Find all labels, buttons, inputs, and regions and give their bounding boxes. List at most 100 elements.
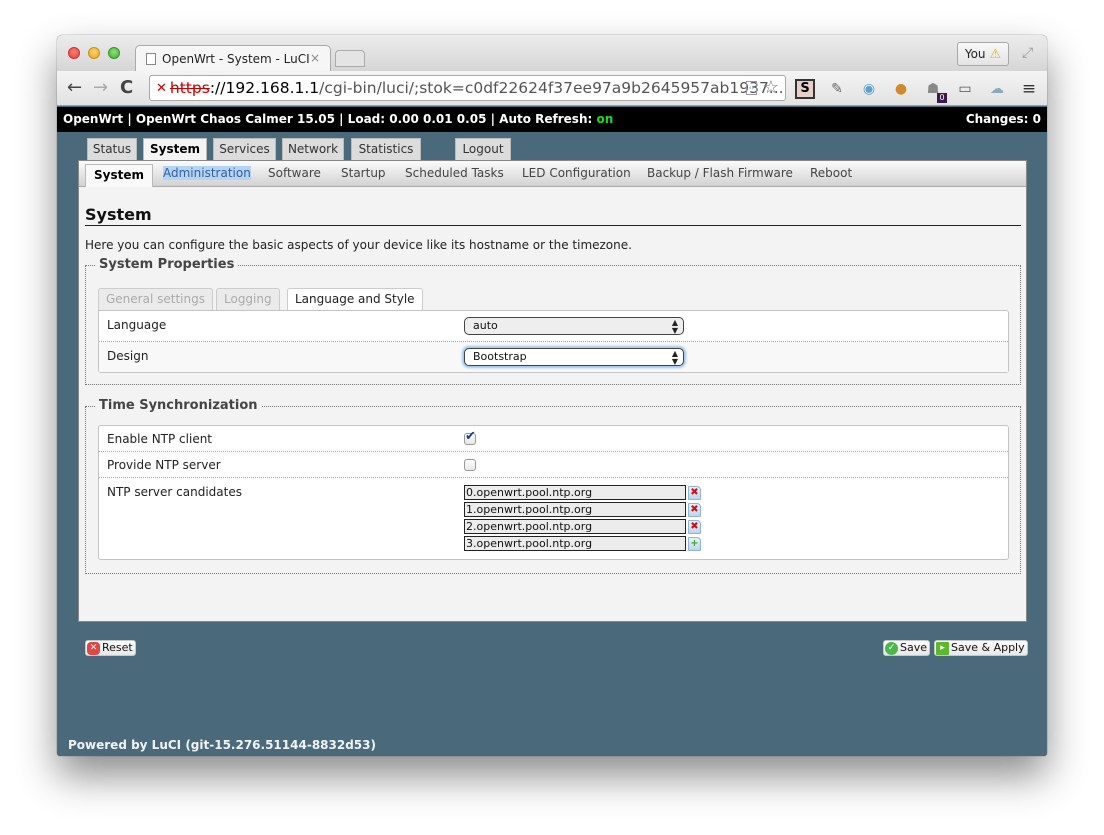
provide-ntp-checkbox[interactable] <box>464 459 476 471</box>
auto-refresh-toggle[interactable]: on <box>596 112 613 126</box>
save-label: Save <box>900 641 928 654</box>
ghost-badge: 0 <box>937 93 947 103</box>
save-apply-button[interactable]: ▸ Save & Apply <box>934 640 1028 656</box>
system-properties-fieldset: System Properties General settings Loggi… <box>85 257 1021 385</box>
cast-icon[interactable]: ▭ <box>955 79 975 99</box>
reset-icon: ✕ <box>87 641 100 655</box>
remove-server-icon[interactable]: ✖ <box>688 520 701 534</box>
warning-icon: ⚠ <box>989 46 1002 62</box>
url-host: ://192.168.1.1 <box>209 79 320 97</box>
language-select[interactable]: auto ▲ ▼ <box>464 317 684 335</box>
sub-tab-administration[interactable]: Administration <box>163 166 251 180</box>
main-tab-network[interactable]: Network <box>282 138 344 160</box>
enable-ntp-checkbox[interactable]: ✔ <box>464 429 476 445</box>
extension-notebook-icon[interactable]: ✎ <box>827 79 847 99</box>
content-area: System Administration Software Startup S… <box>78 160 1028 656</box>
enable-ntp-row: Enable NTP client ✔ <box>99 426 1008 452</box>
page-icon <box>146 53 156 65</box>
sub-tab-reboot[interactable]: Reboot <box>810 166 852 180</box>
extension-cloud-icon[interactable]: ☁ <box>987 79 1007 99</box>
time-sync-section: Enable NTP client ✔ Provide NTP server N… <box>98 425 1009 560</box>
language-label: Language <box>107 318 167 332</box>
extension-camera-icon[interactable]: ◉ <box>859 79 879 99</box>
sub-menu: System Administration Software Startup S… <box>79 161 1026 187</box>
broken-lock-icon[interactable]: ✕ <box>156 81 167 96</box>
tab-logging[interactable]: Logging <box>216 288 280 310</box>
page-source-icon[interactable]: ‹› <box>746 81 757 95</box>
browser-tab[interactable]: OpenWrt - System - LuCI × <box>135 45 331 72</box>
browser-window: OpenWrt - System - LuCI × You ⚠ ⤢ ← → C … <box>57 35 1047 756</box>
luci-page: OpenWrt | OpenWrt Chaos Calmer 15.05 | L… <box>57 107 1047 756</box>
ntp-server-input[interactable]: 3.openwrt.pool.ntp.org <box>464 536 686 551</box>
extension-cookie-icon[interactable]: ● <box>891 79 911 99</box>
main-tab-logout[interactable]: Logout <box>455 138 511 160</box>
header-info: OpenWrt | OpenWrt Chaos Calmer 15.05 | L… <box>63 112 597 126</box>
language-select-value: auto <box>473 319 498 332</box>
fullscreen-icon[interactable]: ⤢ <box>1022 45 1033 61</box>
remove-server-icon[interactable]: ✖ <box>688 503 701 517</box>
browser-tab-title: OpenWrt - System - LuCI <box>162 52 310 66</box>
ntp-server-input[interactable]: 1.openwrt.pool.ntp.org <box>464 502 686 517</box>
bookmark-star-icon[interactable]: ☆ <box>763 77 779 98</box>
sub-tab-led-configuration[interactable]: LED Configuration <box>522 166 631 180</box>
status-header: OpenWrt | OpenWrt Chaos Calmer 15.05 | L… <box>57 107 1047 132</box>
add-server-icon[interactable]: + <box>688 537 701 551</box>
remove-server-icon[interactable]: ✖ <box>688 486 701 500</box>
main-tab-services[interactable]: Services <box>213 138 276 160</box>
sub-tab-software[interactable]: Software <box>268 166 321 180</box>
extension-ghost-icon[interactable]: ☗ 0 <box>923 79 947 103</box>
design-select-value: Bootstrap <box>473 350 527 363</box>
extension-s-icon[interactable]: S <box>795 79 815 99</box>
sub-tab-backup-flash[interactable]: Backup / Flash Firmware <box>647 166 793 180</box>
tab-close-icon[interactable]: × <box>310 51 320 65</box>
main-tab-statistics[interactable]: Statistics <box>351 138 421 160</box>
changes-counter[interactable]: Changes: 0 <box>966 107 1041 132</box>
design-row: Design Bootstrap ▲ ▼ <box>99 342 1008 372</box>
sub-tab-scheduled-tasks[interactable]: Scheduled Tasks <box>405 166 504 180</box>
url-scheme: https <box>169 79 210 97</box>
reset-button[interactable]: ✕ Reset <box>85 640 136 656</box>
time-sync-fieldset: Time Synchronization Enable NTP client ✔… <box>85 398 1021 574</box>
provide-ntp-label: Provide NTP server <box>107 458 221 472</box>
language-style-section: Language auto ▲ ▼ Design Bootstrap ▲ ▼ <box>98 310 1009 373</box>
page-description: Here you can configure the basic aspects… <box>85 238 632 252</box>
back-button[interactable]: ← <box>67 77 82 98</box>
window-maximize-button[interactable] <box>108 47 120 59</box>
browser-toolbar: ← → C ✕ https://192.168.1.1/cgi-bin/luci… <box>57 71 1047 106</box>
main-tab-status[interactable]: Status <box>87 138 137 160</box>
provide-ntp-row: Provide NTP server <box>99 452 1008 478</box>
save-apply-label: Save & Apply <box>951 641 1025 654</box>
profile-button[interactable]: You ⚠ <box>957 42 1009 66</box>
enable-ntp-label: Enable NTP client <box>107 432 213 446</box>
save-button[interactable]: ✓ Save <box>883 640 931 656</box>
browser-menu-icon[interactable]: ≡ <box>1019 79 1039 99</box>
main-tab-system[interactable]: System <box>143 138 207 162</box>
checkmark-icon: ✔ <box>465 429 476 444</box>
sub-tab-startup[interactable]: Startup <box>341 166 386 180</box>
tab-general-settings[interactable]: General settings <box>98 288 213 310</box>
new-tab-button[interactable] <box>335 50 365 67</box>
select-arrows-icon: ▲ ▼ <box>671 318 678 335</box>
reload-button[interactable]: C <box>120 77 133 98</box>
page-title: System <box>85 205 1021 226</box>
design-select[interactable]: Bootstrap ▲ ▼ <box>464 348 684 366</box>
ntp-candidates-label: NTP server candidates <box>107 485 242 499</box>
address-bar[interactable]: ✕ https://192.168.1.1/cgi-bin/luci/;stok… <box>149 75 786 101</box>
design-label: Design <box>107 349 149 363</box>
window-minimize-button[interactable] <box>88 47 100 59</box>
profile-label: You <box>964 47 986 61</box>
sub-tab-system[interactable]: System <box>85 164 153 187</box>
apply-icon: ▸ <box>936 641 949 655</box>
language-row: Language auto ▲ ▼ <box>99 311 1008 342</box>
tab-strip: OpenWrt - System - LuCI × You ⚠ ⤢ <box>57 35 1047 72</box>
forward-button[interactable]: → <box>93 77 108 98</box>
ntp-candidates-row: NTP server candidates 0.openwrt.pool.ntp… <box>99 478 1008 558</box>
footer-credit: Powered by LuCI (git-15.276.51144-8832d5… <box>68 738 376 752</box>
tab-language-and-style[interactable]: Language and Style <box>287 288 423 311</box>
time-sync-legend: Time Synchronization <box>96 398 261 413</box>
ntp-server-input[interactable]: 2.openwrt.pool.ntp.org <box>464 519 686 534</box>
ntp-server-input[interactable]: 0.openwrt.pool.ntp.org <box>464 485 686 500</box>
window-close-button[interactable] <box>68 47 80 59</box>
url-path: /cgi-bin/luci/;stok=c0df22624f37ee97a9b2… <box>319 79 784 97</box>
select-arrows-icon: ▲ ▼ <box>671 349 678 366</box>
